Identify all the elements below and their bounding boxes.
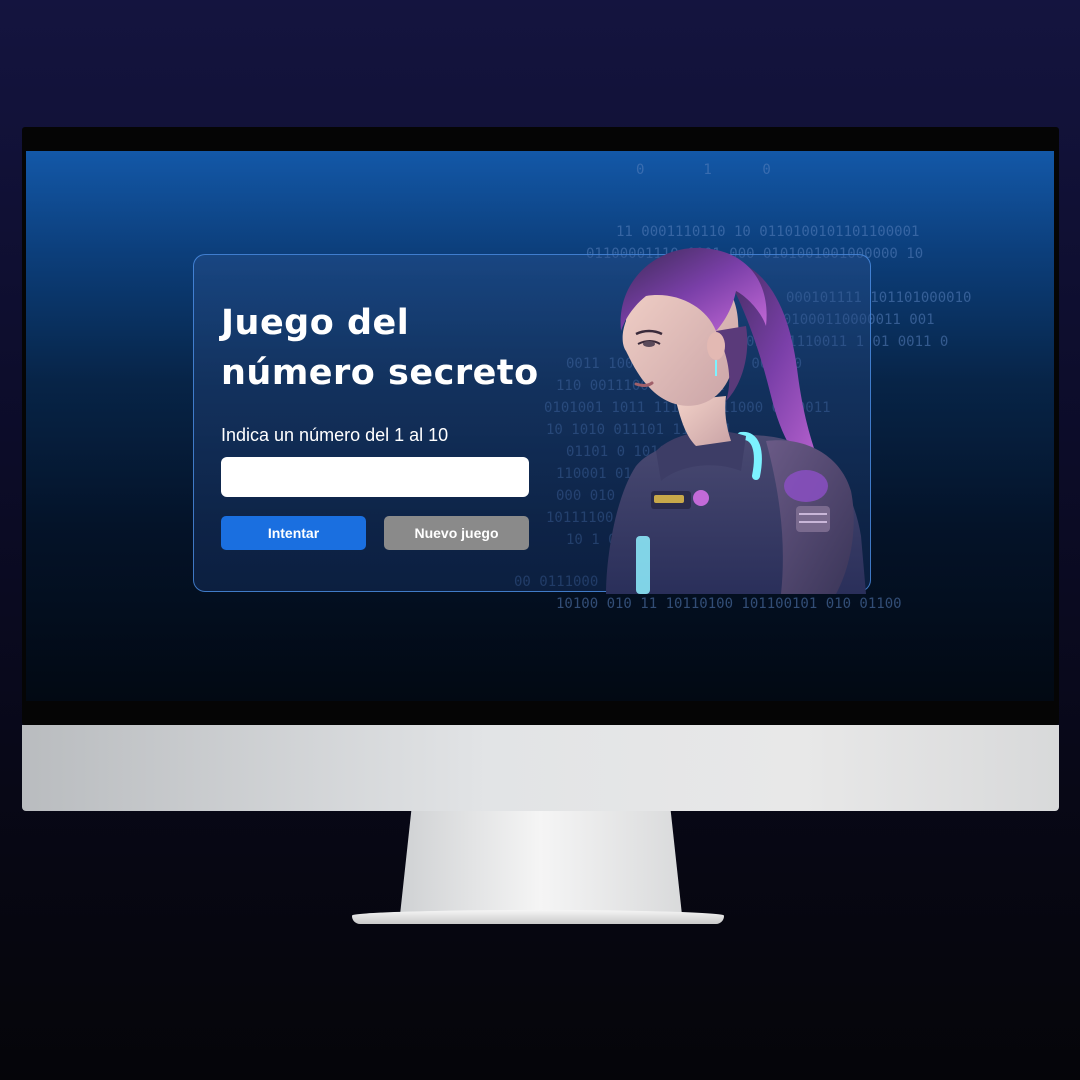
title-line-1: Juego del (221, 303, 410, 343)
number-input[interactable] (221, 457, 529, 497)
monitor-stand-base (352, 910, 724, 924)
try-button[interactable]: Intentar (221, 516, 366, 550)
monitor-screen: 0 1 0 11 0001110110 10 01101001011011000… (26, 151, 1054, 701)
binary-row: 0 1 0 (636, 162, 771, 178)
title-line-2: número secreto (221, 353, 539, 393)
number-input-label: Indica un número del 1 al 10 (221, 425, 449, 445)
cyberpunk-girl-illustration (606, 247, 866, 594)
monitor-stand (400, 811, 682, 915)
monitor-chin (22, 725, 1059, 811)
page-title: Juego del número secreto (221, 298, 561, 398)
new-game-button[interactable]: Nuevo juego (384, 516, 529, 550)
binary-row: 10100 010 11 10110100 101100101 010 0110… (556, 596, 902, 612)
